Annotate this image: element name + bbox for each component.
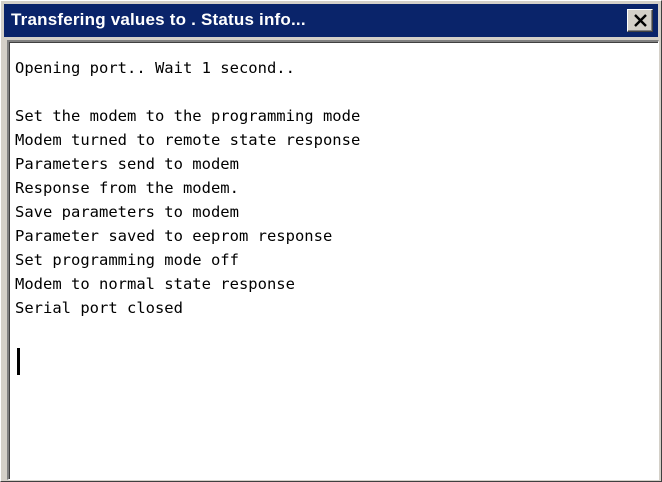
log-line: Parameters send to modem: [15, 155, 239, 173]
log-line: Opening port.. Wait 1 second..: [15, 59, 295, 77]
log-line: [15, 80, 360, 104]
window-title: Transfering values to . Status info...: [11, 10, 306, 29]
title-bar[interactable]: Transfering values to . Status info...: [4, 4, 658, 37]
log-line: Serial port closed: [15, 299, 183, 317]
close-button[interactable]: [627, 9, 653, 32]
log-line: Set programming mode off: [15, 251, 239, 269]
log-line: Parameter saved to eeprom response: [15, 227, 333, 245]
status-log-textbox[interactable]: Opening port.. Wait 1 second.. Set the m…: [7, 40, 659, 480]
log-line: Response from the modem.: [15, 179, 239, 197]
status-info-window: Transfering values to . Status info... O…: [0, 0, 662, 482]
log-line: Modem to normal state response: [15, 275, 295, 293]
close-icon: [634, 14, 647, 27]
log-line: Save parameters to modem: [15, 203, 239, 221]
text-caret: [17, 348, 20, 375]
log-line: Modem turned to remote state response: [15, 131, 361, 149]
status-log-lines: Opening port.. Wait 1 second.. Set the m…: [15, 56, 360, 320]
log-line: Set the modem to the programming mode: [15, 107, 361, 125]
